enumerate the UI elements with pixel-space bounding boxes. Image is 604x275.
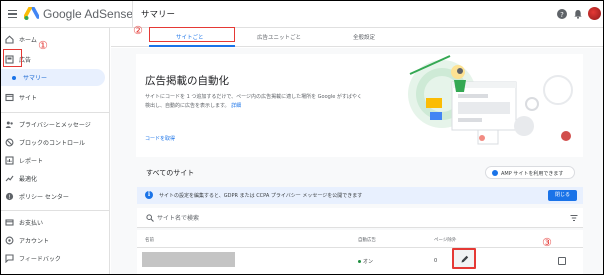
amp-icon [492,170,498,176]
sidebar-item-summary[interactable]: サマリー [1,69,105,86]
block-icon [5,138,14,147]
sidebar-item-label: ブロックのコントロール [19,140,86,147]
help-icon[interactable]: ? [557,9,567,19]
report-icon[interactable] [558,257,566,265]
sidebar-item-payments[interactable]: お支払い [1,214,110,231]
sidebar-item-label: レポート [19,158,44,165]
sidebar-item-label: ホーム [19,37,37,44]
info-icon: i [145,191,153,199]
redacted-site-name [142,252,235,267]
search-icon [146,214,154,222]
sidebar-item-label: アカウント [19,238,50,245]
annotation-box-ads [3,49,22,67]
site-search-bar [137,208,583,228]
sidebar-item-label: サイト [19,95,38,102]
notifications-icon[interactable] [573,9,583,19]
brand-name: Google AdSense [43,7,134,21]
active-tab-indicator [149,45,235,47]
top-app-bar: Google AdSense サマリー ? [1,1,603,28]
sidebar-item-policy-center[interactable]: ! ポリシー センター [1,188,110,205]
search-input[interactable] [157,212,457,224]
payments-icon [5,219,14,226]
dismiss-banner-button[interactable]: 閉じる [548,190,577,201]
filter-icon[interactable] [570,214,578,222]
privacy-info-banner: i サイトの設定を編集すると、GDPR または CCPA プライバシー メッセー… [137,187,583,204]
amp-sites-label: AMP サイトを利用できます [501,171,564,177]
auto-ads-status: オン [358,258,373,265]
auto-ads-illustration [408,55,573,145]
svg-text:!: ! [8,194,10,201]
sidebar-divider [1,112,110,113]
column-auto-ads: 自動広告 [358,238,376,243]
pencil-icon [461,255,469,263]
sites-icon [5,93,14,102]
reports-icon [5,156,14,165]
excluded-pages-count: 0 [434,258,438,264]
policy-icon: ! [5,192,14,201]
annotation-number-2: ② [133,24,143,37]
sidebar-item-sites[interactable]: サイト [1,89,110,106]
edit-site-button[interactable] [452,248,476,269]
status-dot [358,260,361,263]
adsense-logo[interactable] [24,7,39,21]
sidebar-item-privacy[interactable]: プライバシーとメッセージ [1,116,110,133]
svg-text:?: ? [560,11,564,19]
get-code-link[interactable]: コードを取得 [145,135,175,142]
sidebar-item-optimize[interactable]: 最適化 [1,170,110,187]
account-icon [5,236,14,245]
auto-ads-status-label: オン [363,259,374,265]
feedback-icon [5,254,14,263]
sidebar-item-label: サマリー [23,75,48,82]
home-icon [5,35,14,44]
main-content: 広告掲載の自動化 サイトにコードを 1 つ追加するだけで、ページ内の広告掲載に適… [111,48,603,274]
tab-by-ad-unit[interactable]: 広告ユニットごと [257,33,301,41]
column-excluded-pages: ページ除外 [434,238,457,243]
annotation-number-1: ① [38,39,48,52]
annotation-box-by-site-tab [149,27,235,42]
banner-text: サイトの設定を編集すると、GDPR または CCPA プライバシー メッセージを… [159,193,363,199]
sidebar-item-feedback[interactable]: フィードバック [1,250,110,267]
table-row: オン 0 [137,248,583,274]
tab-global-settings[interactable]: 全般設定 [353,33,375,41]
sidebar-item-reports[interactable]: レポート [1,152,110,169]
sites-table-header: 名前 自動広告 ページ除外 [137,230,583,248]
sidebar-item-account[interactable]: アカウント [1,232,110,249]
optimize-icon [5,175,14,182]
all-sites-heading: すべてのサイト [146,169,195,177]
sidebar-item-label: フィードバック [19,256,61,263]
adsense-window: Google AdSense サマリー ? ホーム 広告 サマリー サイト プラ… [1,1,603,274]
amp-sites-button[interactable]: AMP サイトを利用できます [485,166,575,179]
page-title: サマリー [141,10,176,20]
account-avatar[interactable] [588,7,601,20]
sidebar-item-blocking[interactable]: ブロックのコントロール [1,134,110,151]
learn-more-link[interactable]: 詳細 [231,103,241,109]
sidebar-item-label: 最適化 [19,176,38,183]
sidebar-item-label: ポリシー センター [19,194,69,201]
sidebar-divider [1,210,110,211]
card-title: 広告掲載の自動化 [145,75,229,87]
selected-dot [12,75,16,80]
annotation-number-3: ③ [542,236,552,249]
card-description-text: サイトにコードを 1 つ追加するだけで、ページ内の広告掲載に適した場所を Goo… [145,94,362,109]
privacy-icon [5,121,13,128]
menu-icon[interactable] [8,10,17,18]
card-description: サイトにコードを 1 つ追加するだけで、ページ内の広告掲載に適した場所を Goo… [145,93,363,111]
auto-ads-card: 広告掲載の自動化 サイトにコードを 1 つ追加するだけで、ページ内の広告掲載に適… [136,54,583,157]
column-name[interactable]: 名前 [145,237,154,243]
sidebar-item-home[interactable]: ホーム [1,31,110,48]
sidebar-item-label: お支払い [19,220,44,227]
sidebar-item-label: プライバシーとメッセージ [19,122,91,129]
